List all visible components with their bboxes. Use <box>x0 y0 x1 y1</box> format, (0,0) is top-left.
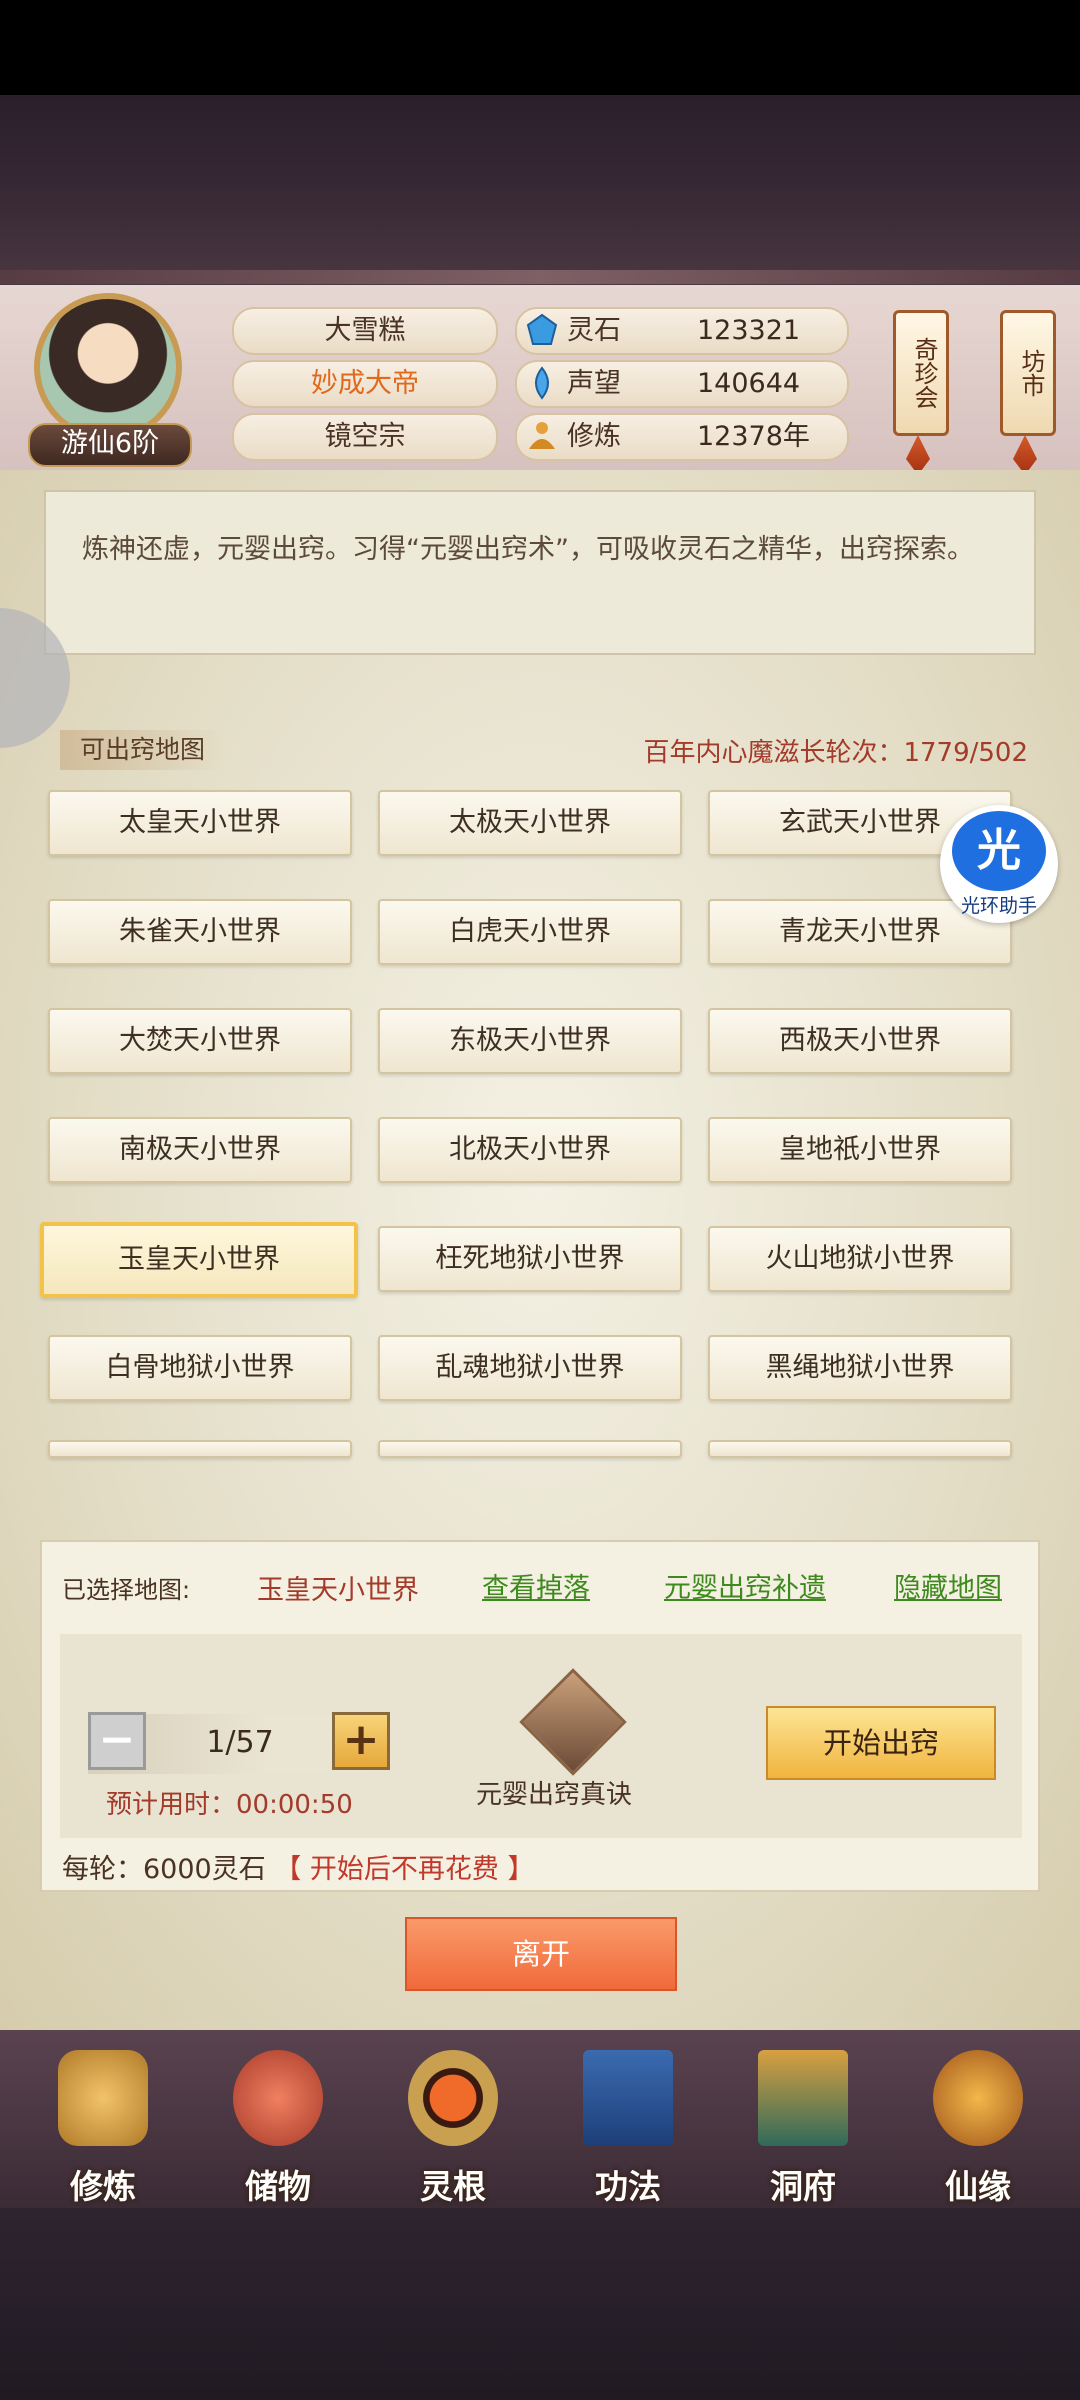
nav-storage[interactable]: 储物 <box>193 2040 363 2206</box>
cost-amount: 每轮：6000灵石 <box>62 1854 266 1885</box>
increase-button[interactable]: + <box>332 1712 390 1770</box>
technique-book-icon[interactable] <box>519 1668 627 1776</box>
resource-spirit-stone: 灵石 123321 <box>515 307 849 355</box>
map-button[interactable]: 白虎天小世界 <box>378 899 682 965</box>
resource-value: 140644 <box>697 368 801 399</box>
resource-label: 修炼 <box>567 421 621 452</box>
nav-spirit-root[interactable]: 灵根 <box>368 2040 538 2206</box>
estimated-time: 预计用时：00:00:50 <box>106 1790 353 1820</box>
ornament-divider <box>0 270 1080 284</box>
selected-map-label: 已选择地图: <box>62 1576 191 1604</box>
expedition-settings: − 1/57 + 预计用时：00:00:50 元婴出窍真诀 开始出窍 <box>60 1634 1022 1838</box>
tassel-ornament <box>906 435 930 475</box>
resource-value: 123321 <box>697 315 801 346</box>
player-title[interactable]: 妙成大帝 <box>232 360 498 408</box>
map-button[interactable]: 北极天小世界 <box>378 1117 682 1183</box>
map-button[interactable]: 南极天小世界 <box>48 1117 352 1183</box>
map-button[interactable]: 白骨地狱小世界 <box>48 1335 352 1401</box>
map-button[interactable]: 西极天小世界 <box>708 1008 1012 1074</box>
expedition-supplement-link[interactable]: 元婴出窍补遗 <box>664 1566 826 1605</box>
spirit-root-icon <box>408 2050 498 2146</box>
map-button-partial[interactable] <box>48 1440 352 1458</box>
nav-label: 洞府 <box>770 2167 836 2206</box>
map-button[interactable]: 乱魂地狱小世界 <box>378 1335 682 1401</box>
map-button[interactable]: 黑绳地狱小世界 <box>708 1335 1012 1401</box>
intro-text: 炼神还虚，元婴出窍。习得“元婴出窍术”，可吸收灵石之精华，出窍探索。 <box>82 534 974 565</box>
player-header: 游仙6阶 大雪糕 妙成大帝 镜空宗 灵石 123321 声望 140644 修炼… <box>0 285 1080 475</box>
map-button[interactable]: 朱雀天小世界 <box>48 899 352 965</box>
bottom-backdrop <box>0 2208 1080 2400</box>
leave-button[interactable]: 离开 <box>405 1917 677 1991</box>
section-title: 可出窍地图 <box>60 730 226 770</box>
map-button-partial[interactable] <box>378 1440 682 1458</box>
expedition-control-panel: 已选择地图: 玉皇天小世界 查看掉落 元婴出窍补遗 隐藏地图 − 1/57 + … <box>40 1540 1040 1892</box>
nav-label: 储物 <box>245 2167 311 2206</box>
technique-book-label: 元婴出窍真诀 <box>476 1780 633 1810</box>
gourd-icon <box>933 2050 1023 2146</box>
decrease-button[interactable]: − <box>88 1712 146 1770</box>
resource-prestige: 声望 140644 <box>515 360 849 408</box>
tassel-ornament <box>1013 435 1037 475</box>
nav-cave-dwelling[interactable]: 洞府 <box>718 2040 888 2206</box>
view-drops-link[interactable]: 查看掉落 <box>482 1566 590 1605</box>
cost-per-round: 每轮：6000灵石 【 开始后不再花费 】 <box>62 1847 534 1886</box>
player-sect: 镜空宗 <box>232 413 498 461</box>
helper-caption: 光环助手 <box>960 895 1037 917</box>
avatar-portrait <box>34 293 182 441</box>
nav-label: 仙缘 <box>945 2167 1011 2206</box>
scripture-book-icon <box>583 2050 673 2146</box>
helper-float-button[interactable]: 光 光环助手 <box>940 805 1058 923</box>
start-expedition-button[interactable]: 开始出窍 <box>766 1706 996 1780</box>
nav-label: 修炼 <box>70 2167 136 2206</box>
avatar[interactable]: 游仙6阶 <box>28 293 192 467</box>
selected-map-value: 玉皇天小世界 <box>257 1575 419 1606</box>
spirit-stone-icon <box>526 313 558 345</box>
quantity-value: 1/57 <box>206 1725 274 1760</box>
nav-cultivation[interactable]: 修炼 <box>18 2040 188 2206</box>
rank-badge: 游仙6阶 <box>28 423 192 467</box>
map-button[interactable]: 太极天小世界 <box>378 790 682 856</box>
status-bar <box>0 0 1080 95</box>
map-button[interactable]: 枉死地狱小世界 <box>378 1226 682 1292</box>
bottom-nav: 修炼 储物 灵根 功法 洞府 仙缘 <box>0 2030 1080 2208</box>
resource-label: 灵石 <box>567 315 621 346</box>
map-button[interactable]: 大焚天小世界 <box>48 1008 352 1074</box>
nav-techniques[interactable]: 功法 <box>543 2040 713 2206</box>
prestige-icon <box>535 366 549 400</box>
meditating-monk-icon <box>58 2050 148 2146</box>
nav-label: 灵根 <box>420 2167 486 2206</box>
market-button[interactable]: 坊市 <box>1000 310 1056 436</box>
nav-label: 功法 <box>595 2167 661 2206</box>
resource-value: 12378年 <box>697 421 810 452</box>
resource-label: 声望 <box>567 368 621 399</box>
map-button[interactable]: 火山地狱小世界 <box>708 1226 1012 1292</box>
cost-note: 【 开始后不再花费 】 <box>274 1854 535 1885</box>
player-name: 大雪糕 <box>232 307 498 355</box>
top-backdrop <box>0 95 1080 285</box>
map-button[interactable]: 太皇天小世界 <box>48 790 352 856</box>
cultivation-icon <box>529 422 555 449</box>
map-button[interactable]: 皇地祇小世界 <box>708 1117 1012 1183</box>
hide-map-link[interactable]: 隐藏地图 <box>894 1566 1002 1605</box>
nav-fate[interactable]: 仙缘 <box>893 2040 1063 2206</box>
treasure-bag-icon <box>233 2050 323 2146</box>
map-button[interactable]: 东极天小世界 <box>378 1008 682 1074</box>
resource-cultivation: 修炼 12378年 <box>515 413 849 461</box>
pavilion-icon <box>758 2050 848 2146</box>
map-button-partial[interactable] <box>708 1440 1012 1458</box>
demon-round-counter: 百年内心魔滋长轮次：1779/502 <box>643 738 1028 768</box>
map-button[interactable]: 玉皇天小世界 <box>40 1222 358 1298</box>
intro-box: 炼神还虚，元婴出窍。习得“元婴出窍术”，可吸收灵石之精华，出窍探索。 <box>44 490 1036 655</box>
treasure-auction-button[interactable]: 奇珍会 <box>893 310 949 436</box>
helper-icon: 光 <box>952 811 1046 891</box>
